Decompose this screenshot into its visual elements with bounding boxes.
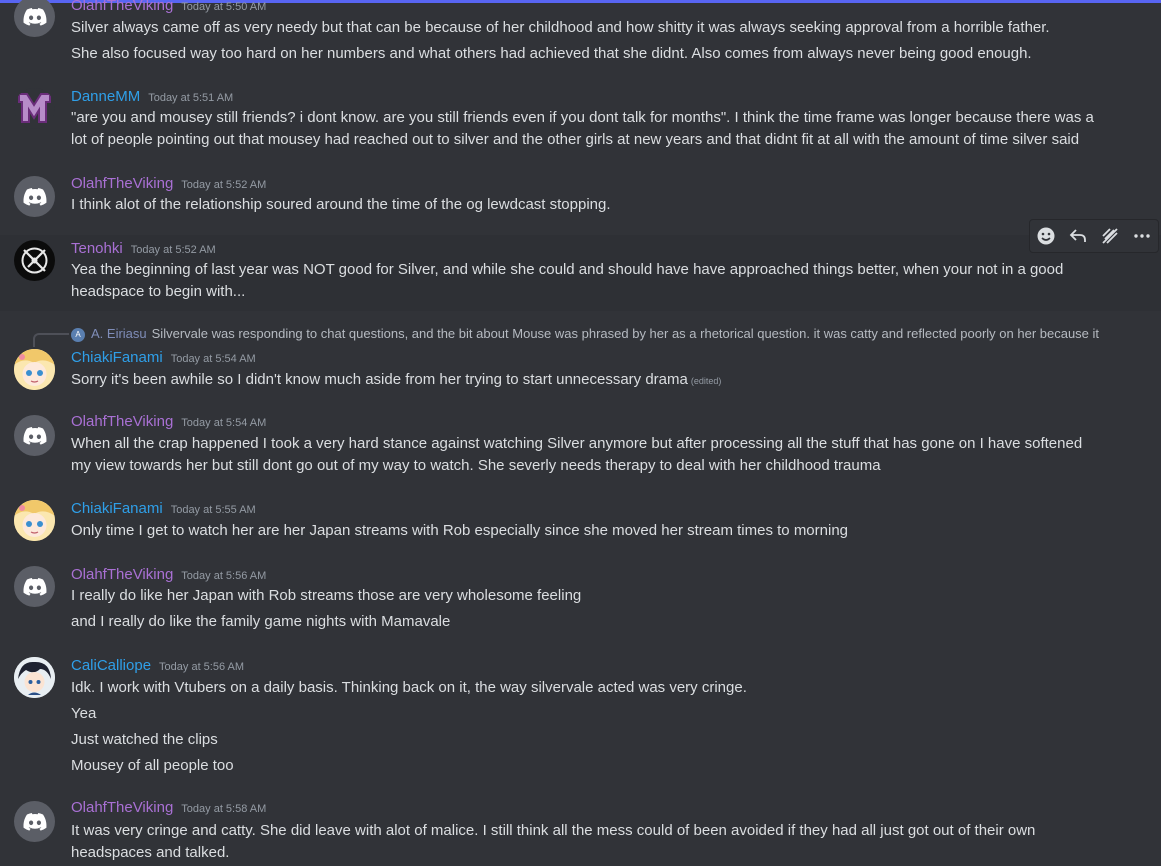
timestamp: Today at 5:52 AM	[181, 179, 267, 191]
avatar[interactable]	[14, 176, 55, 217]
reply-username[interactable]: A. Eiriasu	[91, 326, 147, 341]
message-line: She also focused way too hard on her num…	[71, 45, 1032, 62]
message-line: lot of people pointing out that mousey h…	[71, 131, 1080, 148]
avatar[interactable]	[14, 349, 55, 390]
username[interactable]: OlahfTheViking	[71, 0, 173, 14]
message: Tenohki Today at 5:52 AM Yea the beginnin…	[0, 235, 1161, 311]
avatar[interactable]	[14, 500, 55, 541]
message-line: When all the crap happened I took a very…	[71, 435, 1083, 452]
reply-preview[interactable]: A A. Eiriasu Silvervale was responding to …	[71, 325, 1099, 343]
message: OlahfTheViking Today at 5:54 AM When all …	[0, 407, 1161, 487]
timestamp: Today at 5:55 AM	[170, 504, 256, 516]
timestamp: Today at 5:51 AM	[148, 92, 234, 104]
message-line: my view towards her but still dont go ou…	[71, 457, 881, 474]
message: ChiakiFanami Today at 5:54 AM Sorry it's …	[0, 345, 1161, 397]
message-line: Only time I get to watch her are her Jap…	[71, 522, 849, 539]
username[interactable]: OlahfTheViking	[71, 413, 173, 430]
message-line: "are you and mousey still friends? i don…	[71, 109, 1094, 126]
message: ChiakiFanami Today at 5:55 AM Only time I…	[0, 494, 1161, 550]
more-icon[interactable]	[1129, 223, 1155, 249]
message-line: Idk. I work with Vtubers on a daily basi…	[71, 679, 747, 696]
message: OlahfTheViking Today at 5:50 AM Silver al…	[0, 0, 1161, 70]
avatar[interactable]	[14, 88, 55, 129]
message-line: headspace to begin with...	[71, 283, 246, 300]
message: CaliCalliope Today at 5:56 AM Idk. I work…	[0, 651, 1161, 781]
avatar[interactable]	[14, 240, 55, 281]
avatar[interactable]	[14, 801, 55, 842]
timestamp: Today at 5:54 AM	[170, 353, 256, 365]
username[interactable]: CaliCalliope	[71, 657, 151, 674]
username[interactable]: OlahfTheViking	[71, 566, 173, 583]
add-reaction-icon[interactable]	[1033, 223, 1059, 249]
timestamp: Today at 5:54 AM	[181, 417, 267, 429]
avatar[interactable]	[14, 566, 55, 607]
username[interactable]: OlahfTheViking	[71, 799, 173, 816]
username[interactable]: OlahfTheViking	[71, 175, 173, 192]
message-line: and I really do like the family game nig…	[71, 613, 451, 630]
message: DanneMM Today at 5:51 AM "are you and mou…	[0, 80, 1161, 160]
message-line: I think alot of the relationship soured …	[71, 196, 611, 213]
username[interactable]: ChiakiFanami	[71, 349, 163, 366]
message-line: Yea	[71, 705, 97, 722]
timestamp: Today at 5:58 AM	[181, 803, 267, 815]
message-line: I really do like her Japan with Rob stre…	[71, 587, 582, 604]
create-thread-icon[interactable]	[1097, 223, 1123, 249]
message-actions-toolbar	[1029, 219, 1159, 253]
avatar[interactable]	[14, 415, 55, 456]
message: OlahfTheViking Today at 5:52 AM I think a…	[0, 168, 1161, 226]
avatar[interactable]	[14, 657, 55, 698]
message-line: Silver always came off as very needy but…	[71, 19, 1050, 36]
username[interactable]: DanneMM	[71, 88, 140, 105]
message-line: Just watched the clips	[71, 731, 218, 748]
message-line: It was very cringe and catty. She did le…	[71, 822, 1036, 839]
message: OlahfTheViking Today at 5:58 AM It was ve…	[0, 793, 1161, 866]
message-line: Sorry it's been awhile so I didn't know …	[71, 369, 721, 392]
username[interactable]: ChiakiFanami	[71, 500, 163, 517]
username[interactable]: Tenohki	[71, 240, 123, 257]
reply-text: Silvervale was responding to chat questi…	[151, 326, 1100, 341]
message-line: Yea the beginning of last year was NOT g…	[71, 261, 1064, 278]
edited-marker: (edited)	[690, 376, 722, 386]
message-line: Mousey of all people too	[71, 757, 234, 774]
reply-avatar: A	[71, 327, 85, 342]
reply-icon[interactable]	[1065, 223, 1091, 249]
message-text: Sorry it's been awhile so I didn't know …	[71, 371, 688, 388]
message-line: headspaces and talked.	[71, 844, 230, 861]
timestamp: Today at 5:56 AM	[159, 661, 245, 673]
timestamp: Today at 5:52 AM	[130, 244, 216, 256]
timestamp: Today at 5:50 AM	[181, 1, 267, 13]
message: OlahfTheViking Today at 5:56 AM I really …	[0, 560, 1161, 640]
timestamp: Today at 5:56 AM	[181, 570, 267, 582]
avatar[interactable]	[14, 0, 55, 37]
